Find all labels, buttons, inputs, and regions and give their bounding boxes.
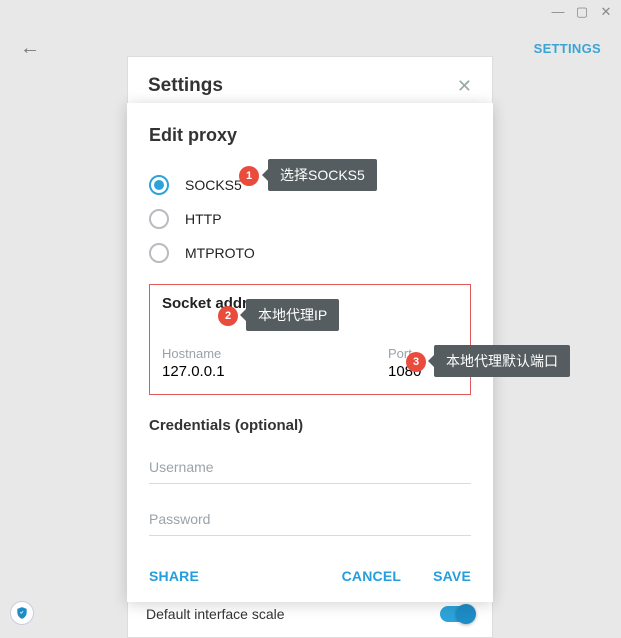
- cancel-button[interactable]: CANCEL: [342, 568, 402, 584]
- username-field[interactable]: [149, 450, 471, 484]
- password-field[interactable]: [149, 502, 471, 536]
- window-close-icon[interactable]: ✕: [599, 4, 613, 20]
- radio-mtproto[interactable]: MTPROTO: [149, 236, 471, 270]
- annotation-badge-2: 2: [218, 306, 238, 326]
- radio-icon: [149, 209, 169, 229]
- annotation-tip-1: 选择SOCKS5: [268, 159, 377, 191]
- panel-title: Settings: [148, 75, 223, 97]
- hostname-value[interactable]: 127.0.0.1: [162, 363, 358, 380]
- maximize-icon[interactable]: ▢: [575, 4, 589, 20]
- default-scale-label: Default interface scale: [146, 606, 285, 622]
- radio-icon: [149, 243, 169, 263]
- dialog-title: Edit proxy: [149, 125, 471, 146]
- radio-http[interactable]: HTTP: [149, 202, 471, 236]
- annotation-badge-3: 3: [406, 352, 426, 372]
- close-icon[interactable]: ✕: [457, 76, 472, 97]
- hostname-label: Hostname: [162, 346, 358, 361]
- radio-label: SOCKS5: [185, 177, 242, 193]
- radio-label: MTPROTO: [185, 245, 255, 261]
- back-icon[interactable]: ←: [20, 37, 40, 60]
- radio-label: HTTP: [185, 211, 222, 227]
- settings-link[interactable]: SETTINGS: [534, 41, 601, 56]
- save-button[interactable]: SAVE: [433, 568, 471, 584]
- annotation-tip-3: 本地代理默认端口: [434, 345, 570, 377]
- radio-icon: [149, 175, 169, 195]
- minimize-icon[interactable]: —: [551, 4, 565, 20]
- annotation-tip-2: 本地代理IP: [246, 299, 339, 331]
- annotation-badge-1: 1: [239, 166, 259, 186]
- share-button[interactable]: SHARE: [149, 568, 199, 584]
- default-scale-toggle[interactable]: [440, 606, 474, 622]
- shield-icon[interactable]: [10, 601, 34, 625]
- dialog-actions: SHARE CANCEL SAVE: [149, 568, 471, 584]
- credentials-header: Credentials (optional): [149, 417, 471, 434]
- window-controls: — ▢ ✕: [543, 0, 621, 24]
